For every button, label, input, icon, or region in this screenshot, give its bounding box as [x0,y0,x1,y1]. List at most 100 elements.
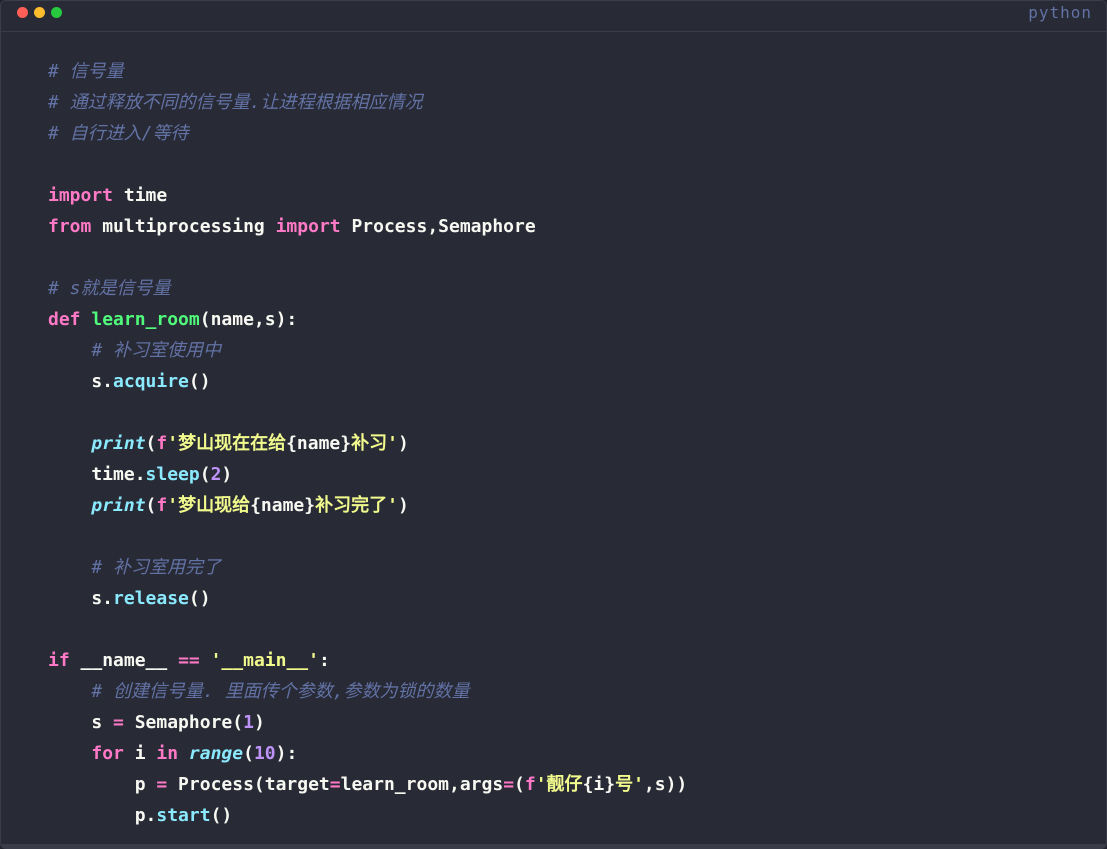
code-token-string: '梦山现给 [167,495,251,516]
code-token-plain: ) [221,464,233,485]
code-token-comment: # 自行进入/等待 [48,123,189,144]
code-line: # s就是信号量 [48,273,1096,304]
code-token-builtin: print [91,495,146,516]
code-token-comment: # s就是信号量 [48,278,171,299]
code-token-plain: p [48,774,157,795]
code-line: # 补习室使用中 [48,335,1096,366]
code-token-keyword: for [91,743,124,764]
code-token-keyword: import [48,185,114,206]
code-line: s.release() [48,583,1096,614]
code-token-method: sleep [145,464,200,485]
code-token-keyword: def [48,309,81,330]
code-token-builtin: range [188,743,244,764]
code-line: time.sleep(2) [48,459,1096,490]
code-token-string: 补习完了' [315,495,398,516]
code-token-plain: (name,s): [199,309,298,330]
code-token-plain: ,s)) [643,774,688,795]
code-token-plain: time [113,185,168,206]
code-token-plain: s. [48,371,114,392]
code-token-plain: {name} [250,495,316,516]
code-token-keyword: if [48,650,70,671]
code-line: # 通过释放不同的信号量.让进程根据相应情况 [48,87,1096,118]
code-token-plain: () [188,371,211,392]
code-token-funcname: learn_room [91,309,200,330]
code-token-plain: {i} [582,774,616,795]
code-token-method: start [156,805,211,826]
code-block[interactable]: # 信号量 # 通过释放不同的信号量.让进程根据相应情况 # 自行进入/等待 impo… [48,56,1096,831]
code-line: p.start() [48,800,1096,831]
code-token-keyword: from [48,216,92,237]
code-token-plain: Process,Semaphore [340,216,536,237]
code-token-plain: ( [145,495,157,516]
code-token-comment: # 信号量 [48,61,124,82]
code-token-plain: time. [48,464,146,485]
code-token-string: 号' [615,774,644,795]
code-token-plain: ( [199,464,211,485]
code-token-comment: # 创建信号量. 里面传个参数,参数为锁的数量 [91,681,470,702]
code-token-comment: # 通过释放不同的信号量.让进程根据相应情况 [48,92,423,113]
code-token-plain: ) [253,712,265,733]
code-token-comment: # 补习室用完了 [91,557,222,578]
code-line: # 补习室用完了 [48,552,1096,583]
code-line: # 信号量 [48,56,1096,87]
code-token-plain: {name} [286,433,352,454]
close-window-icon[interactable] [17,7,28,18]
code-line: def learn_room(name,s): [48,304,1096,335]
code-line: # 自行进入/等待 [48,118,1096,149]
code-token-builtin: print [91,433,146,454]
code-token-operator: = [156,774,168,795]
maximize-window-icon[interactable] [51,7,62,18]
code-line: s.acquire() [48,366,1096,397]
code-token-plain: Process(target [167,774,330,795]
code-token-plain: () [210,805,233,826]
window-bottom-border [1,844,1106,848]
code-line: print(f'梦山现在在给{name}补习') [48,428,1096,459]
code-token-operator: = [503,774,515,795]
code-token-plain: ): [275,743,298,764]
code-token-plain: ) [397,433,409,454]
code-token-number: 2 [210,464,222,485]
code-line: for i in range(10): [48,738,1096,769]
code-token-keyword: in [156,743,179,764]
code-token-string: '__main__' [210,650,319,671]
code-token-keyword: import [275,216,341,237]
minimize-window-icon[interactable] [34,7,45,18]
code-token-method: release [113,588,189,609]
code-token-keyword: f [156,495,168,516]
code-token-comment: # 补习室使用中 [91,340,222,361]
code-line: if __name__ == '__main__': [48,645,1096,676]
code-token-plain: () [188,588,211,609]
code-token-plain: i [123,743,157,764]
code-token-plain: : [318,650,330,671]
code-token-operator: == [178,650,200,671]
code-token-plain: s [48,712,114,733]
code-line: print(f'梦山现给{name}补习完了') [48,490,1096,521]
code-token-string: 补习' [351,433,398,454]
code-line: # 创建信号量. 里面传个参数,参数为锁的数量 [48,676,1096,707]
code-token-keyword: f [524,774,536,795]
code-token-number: 10 [253,743,276,764]
code-token-plain: p. [48,805,157,826]
code-token-plain: ) [397,495,409,516]
code-line: s = Semaphore(1) [48,707,1096,738]
code-line: from multiprocessing import Process,Sema… [48,211,1096,242]
code-token-plain: ( [243,743,254,764]
code-token-plain: __name__ [69,650,179,671]
code-line: p = Process(target=learn_room,args=(f'靓仔… [48,769,1096,800]
code-token-plain: multiprocessing [91,216,276,237]
language-label: python [1028,3,1092,22]
code-token-plain: ( [145,433,157,454]
code-token-string: '靓仔 [535,774,583,795]
